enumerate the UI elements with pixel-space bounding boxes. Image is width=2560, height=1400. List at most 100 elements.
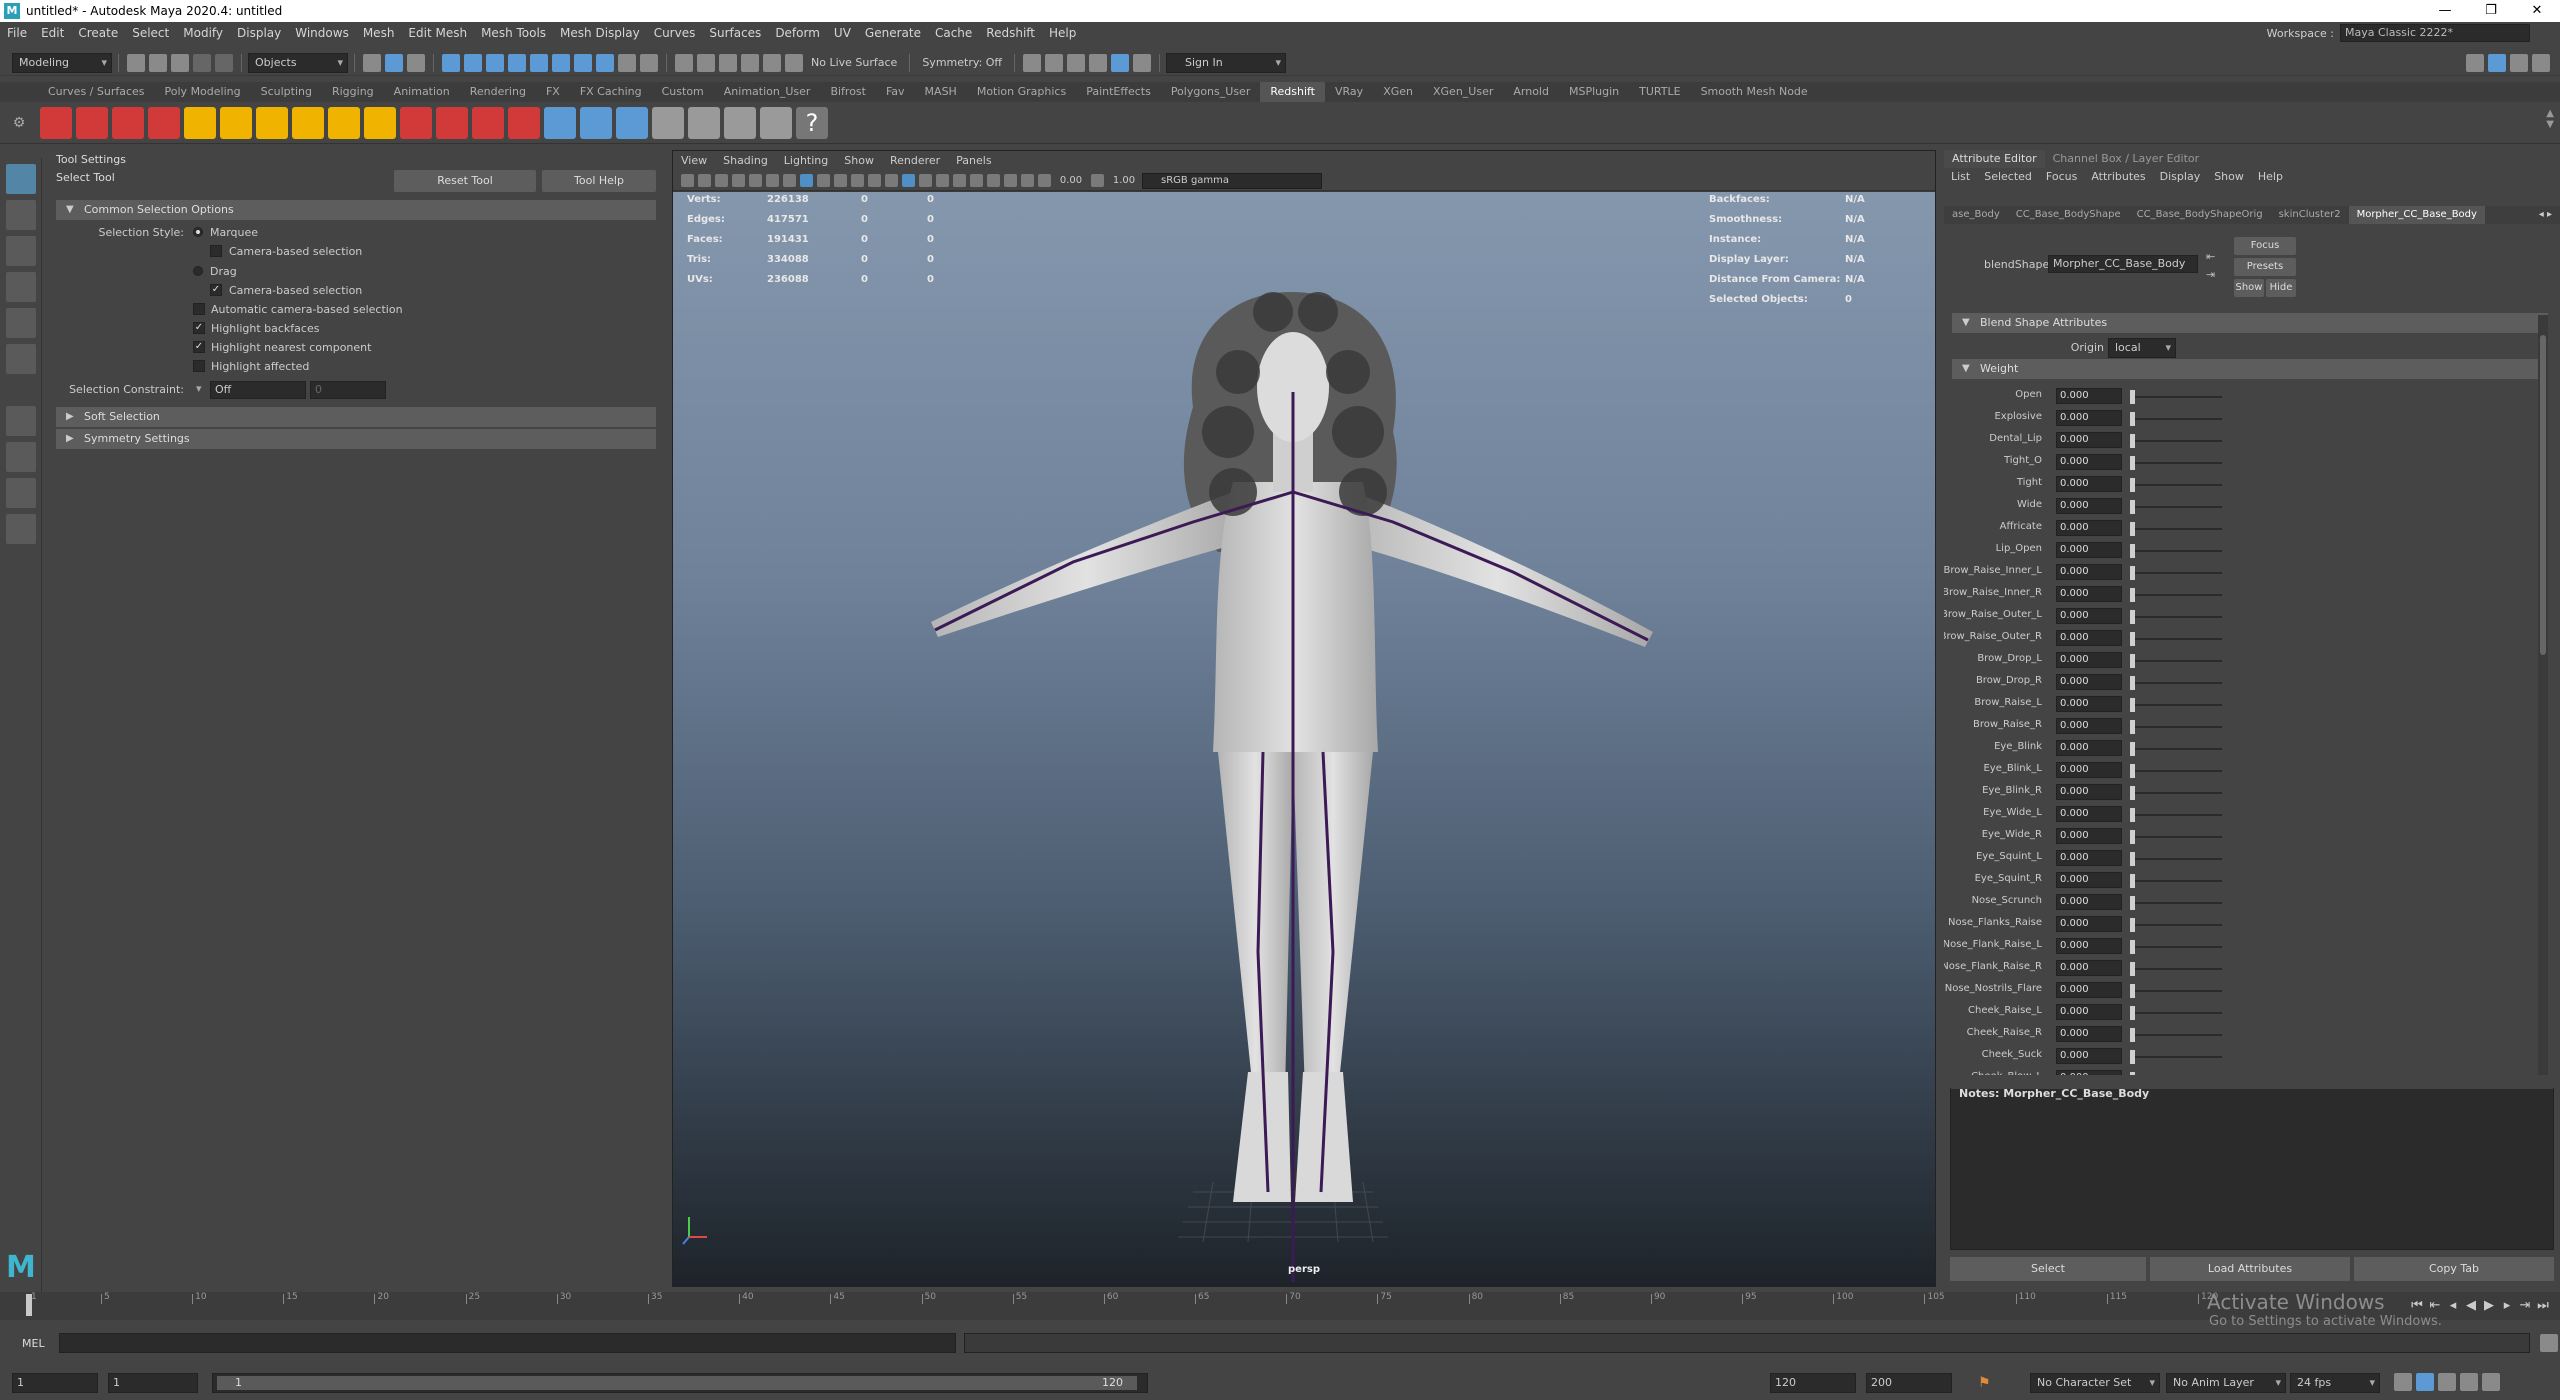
ae-menu-show[interactable]: Show xyxy=(2207,168,2251,186)
open-scene-icon[interactable] xyxy=(149,53,167,72)
script-editor-icon[interactable] xyxy=(2540,1334,2558,1352)
weight-slider-track[interactable] xyxy=(2132,396,2222,398)
new-scene-icon[interactable] xyxy=(127,53,145,72)
step-forward-frame-icon[interactable]: ▸ xyxy=(2498,1298,2516,1313)
auto-key-icon[interactable]: ⚑ xyxy=(1978,1375,1991,1391)
ipr-render-icon[interactable] xyxy=(1067,53,1086,72)
shadows-icon[interactable] xyxy=(885,174,898,187)
common-selection-options-frame[interactable]: ▼ Common Selection Options xyxy=(56,200,656,220)
anti-aliasing-icon[interactable] xyxy=(970,174,983,187)
select-hierarchy-icon[interactable] xyxy=(363,53,381,72)
lock-selection-icon[interactable] xyxy=(618,53,636,72)
redshift-sun-light-icon[interactable] xyxy=(328,106,360,139)
depth-of-field-icon[interactable] xyxy=(987,174,1000,187)
go-to-end-icon[interactable]: ⏭ xyxy=(2534,1298,2552,1313)
weight-slider-track[interactable] xyxy=(2132,616,2222,618)
hide-button[interactable]: Hide xyxy=(2266,279,2296,297)
weight-value-field[interactable]: 0.000 xyxy=(2056,1026,2122,1042)
four-view-layout-icon[interactable] xyxy=(5,442,36,472)
redshift-render-log-icon[interactable] xyxy=(724,106,756,139)
shelf-menu-icon[interactable]: ⚙ xyxy=(0,115,38,131)
select-mask-handles-icon[interactable] xyxy=(442,53,460,72)
redshift-spot-light-icon[interactable] xyxy=(256,106,288,139)
show-button[interactable]: Show xyxy=(2234,279,2264,297)
redshift-log-icon[interactable] xyxy=(760,106,792,139)
weight-slider-track[interactable] xyxy=(2132,792,2222,794)
isolate-select-icon[interactable] xyxy=(1004,174,1017,187)
playback-start-field[interactable]: 1 xyxy=(108,1373,198,1393)
menu-redshift[interactable]: Redshift xyxy=(979,22,1042,44)
weight-slider-handle[interactable] xyxy=(2130,1050,2135,1064)
animation-preferences-icon[interactable] xyxy=(2482,1373,2500,1391)
redshift-volume-icon[interactable] xyxy=(436,106,468,139)
hypershade-icon[interactable] xyxy=(1111,53,1130,72)
weight-slider-handle[interactable] xyxy=(2130,698,2135,712)
weight-slider-handle[interactable] xyxy=(2130,940,2135,954)
shelf-tab-custom[interactable]: Custom xyxy=(652,82,714,102)
shelf-tab-poly-modeling[interactable]: Poly Modeling xyxy=(155,82,251,102)
weight-value-field[interactable]: 0.000 xyxy=(2056,542,2122,558)
weight-slider-track[interactable] xyxy=(2132,462,2222,464)
weight-slider-handle[interactable] xyxy=(2130,830,2135,844)
weight-value-field[interactable]: 0.000 xyxy=(2056,784,2122,800)
loop-playback-icon[interactable] xyxy=(2394,1373,2412,1391)
select-camera-icon[interactable] xyxy=(681,174,694,187)
node-tab-skincluster[interactable]: skinCluster2 xyxy=(2271,206,2349,224)
weight-slider-handle[interactable] xyxy=(2130,632,2135,646)
weight-slider-handle[interactable] xyxy=(2130,390,2135,404)
ae-select-button[interactable]: Select xyxy=(1950,1257,2146,1281)
menu-windows[interactable]: Windows xyxy=(288,22,356,44)
menuset-dropdown[interactable]: Modeling xyxy=(12,52,112,73)
smooth-shade-icon[interactable] xyxy=(817,174,830,187)
weight-slider-handle[interactable] xyxy=(2130,610,2135,624)
weight-value-field[interactable]: 0.000 xyxy=(2056,850,2122,866)
select-mask-joints-icon[interactable] xyxy=(464,53,482,72)
exposure-icon[interactable] xyxy=(1091,174,1104,187)
redshift-pr-arrow-icon[interactable] xyxy=(580,106,612,139)
menu-file[interactable]: File xyxy=(0,22,34,44)
undo-icon[interactable] xyxy=(193,53,211,72)
redshift-ipr-icon[interactable] xyxy=(112,106,144,139)
cache-playback-icon[interactable] xyxy=(2460,1373,2478,1391)
wireframe-on-shaded-icon[interactable] xyxy=(834,174,847,187)
shelf-tab-xgen[interactable]: XGen xyxy=(1373,82,1423,102)
ae-menu-display[interactable]: Display xyxy=(2153,168,2208,186)
highlight-backfaces-checkbox[interactable]: ✓ xyxy=(193,322,205,334)
redshift-mesh-light-icon[interactable] xyxy=(472,106,504,139)
weight-slider-track[interactable] xyxy=(2132,902,2222,904)
viewport-menu-renderer[interactable]: Renderer xyxy=(882,151,948,171)
weight-value-field[interactable]: 0.000 xyxy=(2056,652,2122,668)
tab-channel-box[interactable]: Channel Box / Layer Editor xyxy=(2045,150,2208,168)
node-tab-body[interactable]: ase_Body xyxy=(1944,206,2008,224)
weight-slider-track[interactable] xyxy=(2132,946,2222,948)
xray-joints-icon[interactable] xyxy=(919,174,932,187)
live-surface-status[interactable]: No Live Surface xyxy=(811,56,897,69)
weight-value-field[interactable]: 0.000 xyxy=(2056,740,2122,756)
weight-value-field[interactable]: 0.000 xyxy=(2056,454,2122,470)
select-component-icon[interactable] xyxy=(407,53,425,72)
camera-based-selection-checkbox-2[interactable]: ✓ xyxy=(210,284,222,296)
shelf-tab-fav[interactable]: Fav xyxy=(876,82,915,102)
marquee-radio[interactable] xyxy=(193,227,203,237)
select-mask-rendering-icon[interactable] xyxy=(574,53,592,72)
viewport-menu-shading[interactable]: Shading xyxy=(715,151,776,171)
weight-value-field[interactable]: 0.000 xyxy=(2056,432,2122,448)
copy-tab-button[interactable]: Copy Tab xyxy=(2354,1257,2554,1281)
near-clip-value[interactable]: 0.00 xyxy=(1053,175,1089,186)
weight-value-field[interactable]: 0.000 xyxy=(2056,828,2122,844)
gamma-toggle-icon[interactable] xyxy=(1038,174,1051,187)
menu-help[interactable]: Help xyxy=(1042,22,1083,44)
node-tab-bodyshapeorig[interactable]: CC_Base_BodyShapeOrig xyxy=(2129,206,2271,224)
weight-value-field[interactable]: 0.000 xyxy=(2056,982,2122,998)
redshift-pr-list-icon[interactable] xyxy=(616,106,648,139)
node-tab-morpher[interactable]: Morpher_CC_Base_Body xyxy=(2348,206,2485,224)
ae-menu-selected[interactable]: Selected xyxy=(1977,168,2039,186)
weight-slider-track[interactable] xyxy=(2132,550,2222,552)
rotate-tool-icon[interactable] xyxy=(5,308,36,338)
redshift-area-light-icon[interactable] xyxy=(184,106,216,139)
menu-create[interactable]: Create xyxy=(71,22,125,44)
workspace-dropdown[interactable]: Maya Classic 2222* xyxy=(2340,24,2530,42)
menu-generate[interactable]: Generate xyxy=(858,22,928,44)
weight-slider-track[interactable] xyxy=(2132,528,2222,530)
weight-slider-handle[interactable] xyxy=(2130,874,2135,888)
